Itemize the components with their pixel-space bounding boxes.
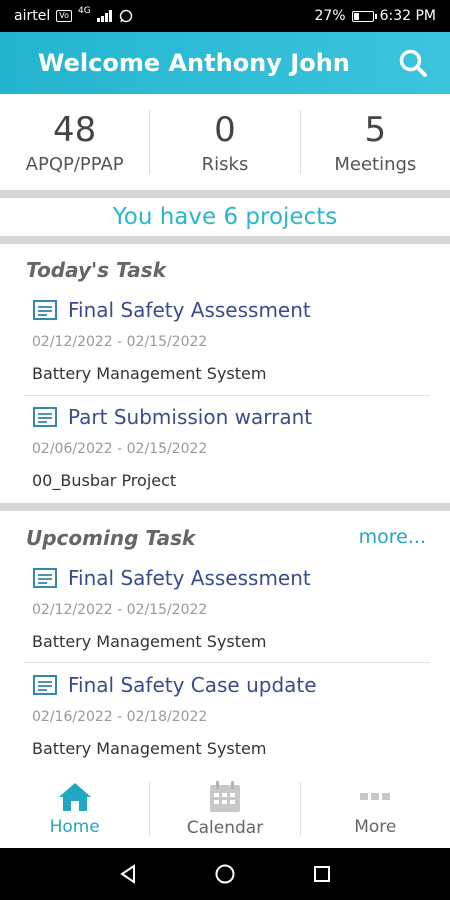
stat-value: 48 <box>53 109 97 150</box>
task-document-icon <box>33 675 57 695</box>
task-document-icon <box>33 568 57 588</box>
todays-task-heading: Today's Task <box>26 258 166 282</box>
stat-apqp-ppap[interactable]: 48 APQP/PPAP <box>0 94 149 190</box>
task-dates: 02/06/2022 - 02/15/2022 <box>32 441 208 457</box>
stat-label: Risks <box>201 153 249 175</box>
task-item[interactable]: Final Safety Assessment 02/12/2022 - 02/… <box>32 298 428 383</box>
nav-label: More <box>354 817 397 837</box>
nav-home[interactable]: Home <box>0 770 149 848</box>
recents-icon[interactable] <box>311 863 333 885</box>
nav-label: Calendar <box>186 818 264 838</box>
task-dates: 02/12/2022 - 02/15/2022 <box>32 602 208 618</box>
stats-row: 48 APQP/PPAP 0 Risks 5 Meetings <box>0 94 450 190</box>
projects-count[interactable]: You have 6 projects <box>0 198 450 236</box>
search-icon[interactable] <box>398 48 428 78</box>
home-circle-icon[interactable] <box>214 863 236 885</box>
task-divider <box>24 395 430 396</box>
task-name: Final Safety Case update <box>68 673 317 697</box>
task-name: Final Safety Assessment <box>68 566 311 590</box>
bottom-nav: Home Calendar More <box>0 770 450 848</box>
signal-icon <box>96 10 112 22</box>
stat-meetings[interactable]: 5 Meetings <box>301 94 450 190</box>
task-document-icon <box>33 300 57 320</box>
task-project: Battery Management System <box>32 364 267 383</box>
network-type: 4G <box>77 6 91 16</box>
stat-value: 5 <box>364 109 387 150</box>
section-band <box>0 236 450 244</box>
system-nav-bar <box>0 848 450 900</box>
task-project: Battery Management System <box>32 739 267 758</box>
app-header: Welcome Anthony John <box>0 32 450 94</box>
whatsapp-icon <box>119 9 132 23</box>
more-link[interactable]: more... <box>359 526 426 548</box>
stat-label: Meetings <box>334 153 417 175</box>
task-project: Battery Management System <box>32 632 267 651</box>
task-divider <box>24 662 430 663</box>
nav-calendar[interactable]: Calendar <box>150 770 299 848</box>
status-bar: airtel Vo 4G 27% 6:32 PM <box>0 0 450 32</box>
section-band <box>0 503 450 511</box>
task-item[interactable]: Final Safety Case update 02/16/2022 - 02… <box>32 673 428 758</box>
welcome-title: Welcome Anthony John <box>38 49 350 77</box>
more-dots-icon <box>360 793 391 800</box>
upcoming-task-heading: Upcoming Task <box>26 526 196 550</box>
home-icon <box>58 783 91 811</box>
stat-value: 0 <box>214 109 236 150</box>
task-dates: 02/16/2022 - 02/18/2022 <box>32 709 208 725</box>
task-document-icon <box>33 407 57 427</box>
stat-risks[interactable]: 0 Risks <box>150 94 299 190</box>
back-icon[interactable] <box>117 863 139 885</box>
task-dates: 02/12/2022 - 02/15/2022 <box>32 334 208 350</box>
task-item[interactable]: Final Safety Assessment 02/12/2022 - 02/… <box>32 566 428 651</box>
carrier-label: airtel <box>14 8 51 24</box>
task-project: 00_Busbar Project <box>32 471 177 490</box>
calendar-icon <box>209 781 240 812</box>
volte-badge: Vo <box>56 10 72 22</box>
task-item[interactable]: Part Submission warrant 02/06/2022 - 02/… <box>32 405 428 490</box>
clock: 6:32 PM <box>379 8 436 24</box>
battery-icon <box>351 10 377 22</box>
nav-label: Home <box>49 817 100 837</box>
section-band <box>0 190 450 198</box>
battery-percent: 27% <box>314 8 346 24</box>
stat-label: APQP/PPAP <box>25 153 124 175</box>
task-name: Part Submission warrant <box>68 405 313 429</box>
task-name: Final Safety Assessment <box>68 298 311 322</box>
nav-more[interactable]: More <box>301 770 450 848</box>
